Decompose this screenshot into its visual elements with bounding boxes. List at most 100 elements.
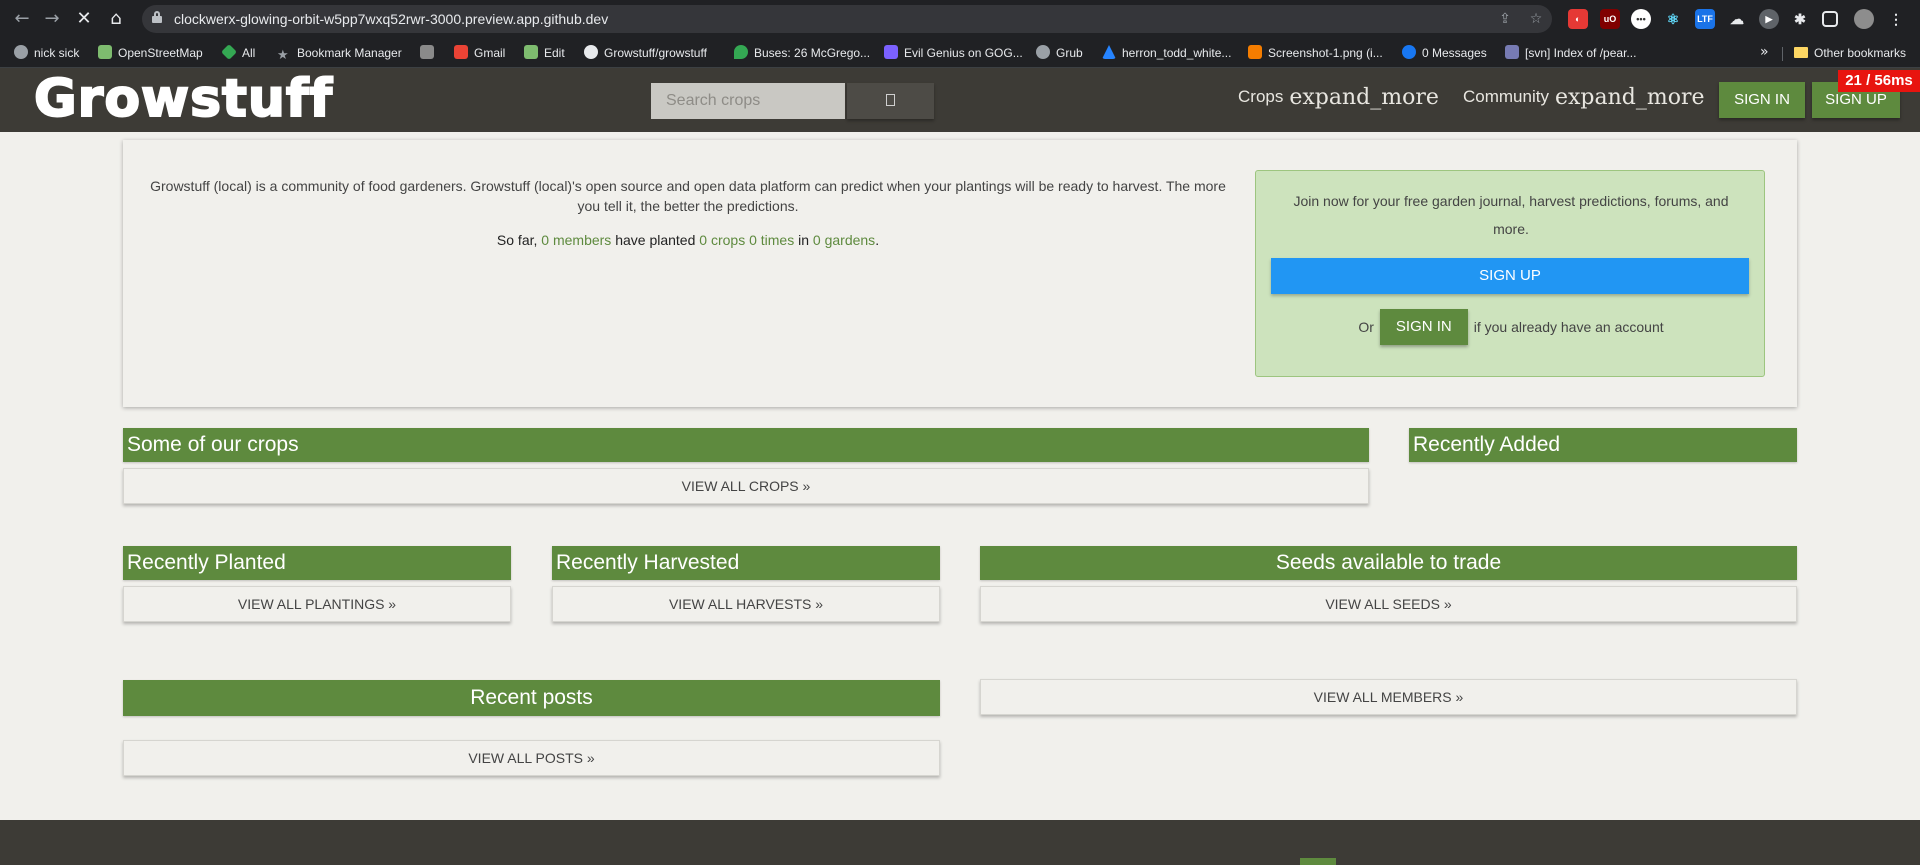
stats-prefix: So far, [496,232,538,248]
map-icon [98,45,112,59]
react-devtools-icon[interactable]: ⚛ [1663,9,1683,29]
browser-toolbar: ← → ✕ ⌂ clockwerx-glowing-orbit-w5pp7wxq… [0,0,1920,38]
bookmark-item[interactable]: 0 Messages [1402,44,1487,62]
bookmark-item[interactable] [420,44,440,62]
seeds-heading: Seeds available to trade [980,546,1797,580]
bookmark-item[interactable]: Screenshot-1.png (i... [1248,44,1383,62]
bookmark-item[interactable]: Evil Genius on GOG... [884,44,1023,62]
stats-text: have planted [615,232,696,248]
bookmark-item[interactable]: nick sick [14,44,79,62]
share-icon[interactable]: ⇪ [1496,10,1514,28]
join-sign-up-button[interactable]: SIGN UP [1271,258,1749,294]
bookmark-star-icon[interactable]: ☆ [1527,10,1545,28]
puzzle-icon[interactable]: ✱ [1790,9,1810,29]
site-navbar: Growstuff Crops expand_more Community expa… [0,68,1920,132]
image-icon [420,45,434,59]
play-icon[interactable]: ▶ [1759,9,1779,29]
site-logo[interactable]: Growstuff [33,68,333,130]
search-button[interactable] [847,83,934,119]
view-all-crops-button[interactable]: VIEW ALL CROPS » [123,468,1369,504]
search-input[interactable] [651,83,845,119]
bookmarks-bar: nick sick OpenStreetMap All ★ Bookmark Ma… [0,38,1920,68]
bookmark-label: Screenshot-1.png (i... [1268,46,1383,60]
intro-text: Growstuff (local) is a community of food… [150,178,1226,214]
bookmark-item[interactable]: ★ Bookmark Manager [277,44,402,62]
other-bookmarks-folder[interactable]: Other bookmarks [1794,44,1906,62]
bookmark-item[interactable]: Buses: 26 McGrego... [734,44,870,62]
gardens-link[interactable]: 0 gardens [813,232,875,248]
dots-extension-icon[interactable]: ••• [1631,9,1651,29]
sign-in-prompt: Or SIGN IN if you already have an accoun… [1256,309,1766,345]
sidebar-icon[interactable] [1822,11,1838,27]
lock-icon[interactable] [152,11,162,23]
bookmark-item[interactable]: herron_todd_white... [1102,44,1231,62]
view-all-posts-button[interactable]: VIEW ALL POSTS » [123,740,940,776]
menu-icon[interactable]: ⋮ [1886,9,1906,29]
bookmarks-divider [1782,47,1783,61]
view-all-seeds-button[interactable]: VIEW ALL SEEDS » [980,586,1797,622]
gog-icon [884,45,898,59]
community-menu-label: Community [1463,87,1549,106]
avatar[interactable] [1854,9,1874,29]
recently-planted-heading: Recently Planted [123,546,511,580]
footer-badge [1300,858,1336,865]
stats-line: So far, 0 members have planted 0 crops 0… [143,232,1233,248]
sign-in-button[interactable]: SIGN IN [1719,82,1805,118]
recent-posts-heading: Recent posts [123,680,940,716]
star-icon: ★ [277,47,289,62]
bookmark-label: Gmail [474,46,506,60]
plantings-link[interactable]: 0 times [749,232,794,248]
bookmark-item[interactable]: Gmail [454,44,505,62]
back-icon[interactable]: ← [12,9,32,29]
home-icon[interactable]: ⌂ [106,9,126,29]
join-text: Join now for your free garden journal, h… [1293,193,1729,237]
globe-icon [14,45,28,59]
map-icon [524,45,538,59]
view-all-members-button[interactable]: VIEW ALL MEMBERS » [980,679,1797,715]
more-bookmarks-icon[interactable]: » [1760,44,1769,60]
crops-menu[interactable]: Crops expand_more [1238,85,1439,110]
bookmark-item[interactable]: Edit [524,44,565,62]
bookmark-item[interactable]: [svn] Index of /pear... [1505,44,1636,62]
cloud-icon[interactable]: ☁ [1727,9,1747,29]
search-icon [886,94,895,106]
members-link[interactable]: 0 members [541,232,611,248]
bookmark-label: Growstuff/growstuff [604,46,707,60]
ltr-extension-icon[interactable]: LTF [1695,9,1715,29]
crops-link[interactable]: 0 crops [699,232,745,248]
or-label: Or [1358,319,1374,335]
forward-icon[interactable]: → [42,9,62,29]
folder-icon [1794,47,1808,58]
gmail-icon [454,45,468,59]
github-icon [584,45,598,59]
recently-harvested-heading: Recently Harvested [552,546,940,580]
bookmark-item[interactable]: Grub [1036,44,1083,62]
already-account-label: if you already have an account [1473,319,1664,335]
stop-loading-icon[interactable]: ✕ [74,9,94,29]
ublock-icon[interactable]: uO [1600,9,1620,29]
recently-added-heading: Recently Added [1409,428,1797,462]
url-text[interactable]: clockwerx-glowing-orbit-w5pp7wxq52rwr-30… [174,11,608,27]
diamond-icon [221,44,237,60]
bookmark-label: Grub [1056,46,1083,60]
bookmark-label: Buses: 26 McGrego... [754,46,871,60]
bookmark-label: All [242,46,256,60]
facebook-icon [1402,45,1416,59]
bookmark-item[interactable]: OpenStreetMap [98,44,203,62]
bookmark-label: Other bookmarks [1814,46,1907,60]
bookmark-label: herron_todd_white... [1122,46,1232,60]
intro-card: Growstuff (local) is a community of food… [123,140,1797,407]
perf-badge: 21 / 56ms [1838,70,1920,92]
view-all-harvests-button[interactable]: VIEW ALL HARVESTS » [552,586,940,622]
community-menu[interactable]: Community expand_more [1463,85,1705,110]
bookmark-label: OpenStreetMap [118,46,203,60]
bookmark-item[interactable]: Growstuff/growstuff [584,44,707,62]
extension-icon[interactable]: ◐ [1568,9,1588,29]
bookmark-item[interactable]: All [221,44,256,62]
view-all-plantings-button[interactable]: VIEW ALL PLANTINGS » [123,586,511,622]
blogger-icon [1248,45,1262,59]
join-sign-in-button[interactable]: SIGN IN [1379,309,1468,345]
some-crops-heading: Some of our crops [123,428,1369,462]
bookmark-label: Bookmark Manager [297,46,402,60]
join-panel: Join now for your free garden journal, h… [1255,170,1765,377]
